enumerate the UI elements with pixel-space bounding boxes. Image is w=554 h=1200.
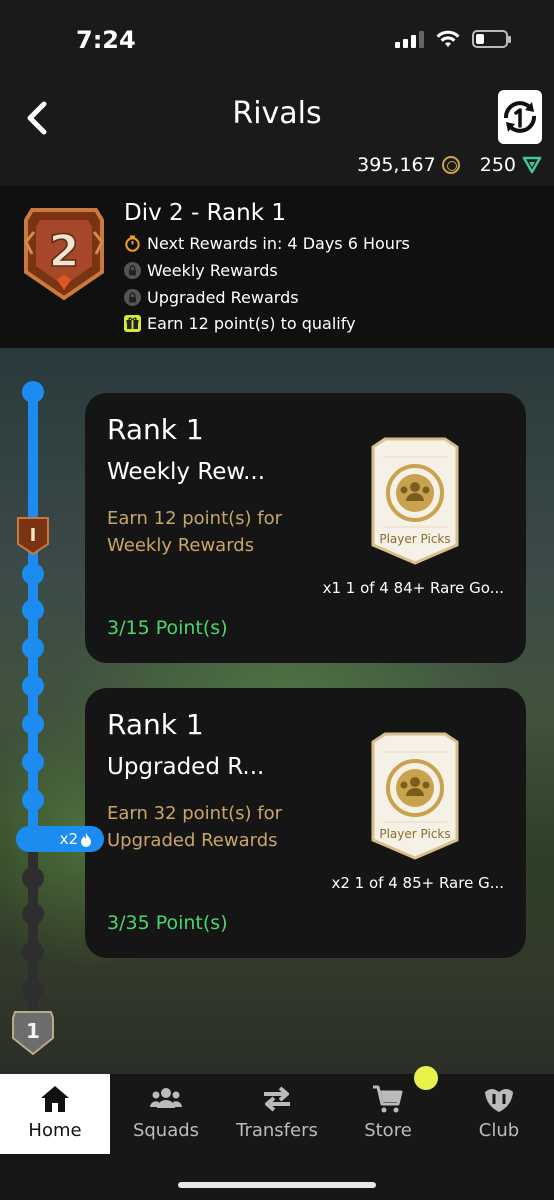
card-reward-name: Upgraded R... <box>107 754 265 780</box>
lock-icon <box>124 289 141 306</box>
lock-icon <box>124 262 141 279</box>
status-time: 7:24 <box>76 26 136 54</box>
pack-description: x1 1 of 4 84+ Rare Go... <box>322 579 504 597</box>
reward-card-weekly[interactable]: Rank 1 Weekly Rew... Earn 12 point(s) fo… <box>85 393 526 663</box>
tab-store-label: Store <box>364 1120 412 1141</box>
transfers-icon <box>264 1086 290 1112</box>
track-node <box>22 381 44 403</box>
next-rank-badge-label: 1 <box>26 1019 40 1043</box>
signal-icon <box>395 30 424 48</box>
current-rank-marker-label: I <box>30 525 37 546</box>
battery-icon <box>472 30 511 48</box>
division-panel: 2 Div 2 - Rank 1 Next Rewards in: 4 Days… <box>0 186 554 348</box>
fc-points-icon <box>522 156 542 174</box>
tab-club-label: Club <box>478 1120 520 1141</box>
coins-value: 395,167 <box>357 154 436 176</box>
gift-icon <box>124 315 141 332</box>
tab-squads-label: Squads <box>132 1120 200 1141</box>
track-node <box>22 789 44 811</box>
pack-description: x2 1 of 4 85+ Rare G... <box>331 874 504 892</box>
track-node <box>22 563 44 585</box>
page-title: Rivals <box>232 96 322 131</box>
wifi-icon <box>436 30 460 47</box>
status-icons <box>395 30 511 48</box>
track-node <box>22 751 44 773</box>
home-indicator <box>178 1182 376 1188</box>
track-node <box>22 637 44 659</box>
track-node <box>22 675 44 697</box>
upgraded-rewards-text: Upgraded Rewards <box>147 288 299 307</box>
reward-card-upgraded[interactable]: Rank 1 Upgraded R... Earn 32 point(s) fo… <box>85 688 526 958</box>
multiplier-tag: x2 <box>16 826 104 852</box>
upgraded-rewards-row: Upgraded Rewards <box>124 288 299 307</box>
store-notification-dot <box>414 1066 438 1090</box>
pack-label: Player Picks <box>379 532 451 546</box>
weekly-rewards-text: Weekly Rewards <box>147 261 278 280</box>
card-description: Earn 32 point(s) for Upgraded Rewards <box>107 803 283 851</box>
tab-bar: Home Squads Transfers Store Club <box>0 1066 554 1200</box>
qualify-text: Earn 12 point(s) to qualify <box>147 314 356 333</box>
coin-icon <box>441 156 460 174</box>
points-value: 250 <box>479 154 516 176</box>
card-description: Earn 12 point(s) for Weekly Rewards <box>107 508 283 556</box>
tab-home-label: Home <box>28 1120 82 1141</box>
player-picks-pack[interactable]: Player Picks <box>369 732 461 860</box>
next-rank-badge: 1 <box>12 1011 54 1056</box>
swap-mode-icon <box>504 101 536 133</box>
division-badge-number: 2 <box>49 226 80 277</box>
card-reward-name: Weekly Rew... <box>107 459 266 485</box>
card-rank: Rank 1 <box>107 413 204 446</box>
next-rewards-row: Next Rewards in: 4 Days 6 Hours <box>124 234 410 253</box>
tab-home[interactable]: Home <box>0 1074 110 1154</box>
card-rank: Rank 1 <box>107 708 204 741</box>
card-points-progress: 3/35 Point(s) <box>107 912 228 934</box>
card-points-progress: 3/15 Point(s) <box>107 617 228 639</box>
tab-transfers[interactable]: Transfers <box>222 1074 332 1154</box>
squads-icon <box>150 1088 182 1108</box>
track-node <box>22 867 44 889</box>
weekly-rewards-row: Weekly Rewards <box>124 261 278 280</box>
swap-mode-button[interactable] <box>498 90 542 144</box>
pack-label: Player Picks <box>379 827 451 841</box>
track-node <box>22 713 44 735</box>
tab-squads[interactable]: Squads <box>111 1074 221 1154</box>
track-node <box>22 979 44 1001</box>
tab-transfers-label: Transfers <box>236 1120 318 1141</box>
multiplier-text: x2 <box>59 830 78 848</box>
flame-icon <box>81 832 91 847</box>
track-node <box>22 599 44 621</box>
next-rewards-text: Next Rewards in: 4 Days 6 Hours <box>147 234 410 253</box>
status-bar: 7:24 <box>0 0 554 80</box>
player-picks-pack[interactable]: Player Picks <box>369 437 461 565</box>
track-node <box>22 941 44 963</box>
track-node <box>22 903 44 925</box>
home-icon <box>41 1086 69 1112</box>
club-icon <box>485 1089 513 1112</box>
division-title: Div 2 - Rank 1 <box>124 200 286 226</box>
tab-club[interactable]: Club <box>444 1074 554 1154</box>
store-cart-icon <box>373 1085 403 1113</box>
current-rank-marker: I <box>17 517 49 556</box>
currency-display: 395,167 250 <box>357 154 542 176</box>
timer-icon <box>125 235 140 252</box>
qualify-row: Earn 12 point(s) to qualify <box>124 314 356 333</box>
division-badge: 2 <box>24 208 104 301</box>
header: Rivals 395,167 250 <box>0 80 554 186</box>
